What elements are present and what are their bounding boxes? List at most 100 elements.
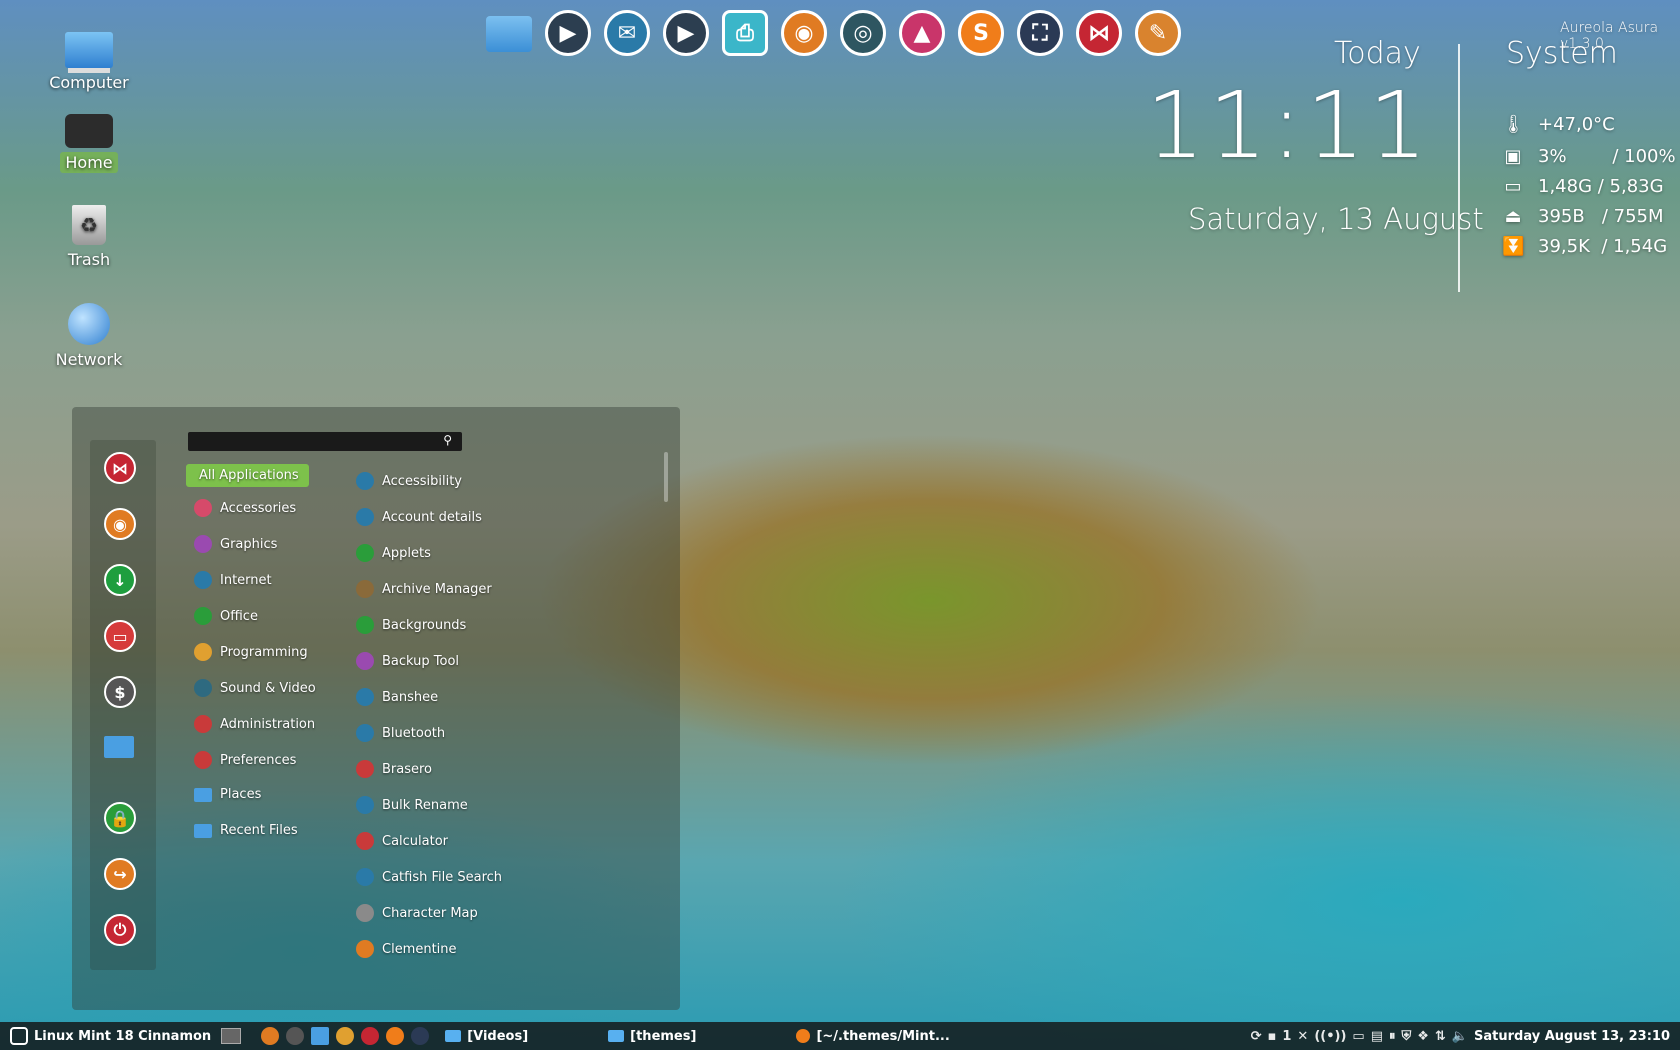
today-title: Today bbox=[1334, 36, 1421, 71]
stat-memory: ▭ 1,48G / 5,83G bbox=[1502, 176, 1663, 197]
category-sound-video[interactable]: Sound & Video bbox=[194, 679, 316, 697]
video-player-icon[interactable]: ▶ bbox=[545, 10, 591, 56]
transfer-icon[interactable]: ⇅ bbox=[1435, 1029, 1446, 1044]
home-folder-icon bbox=[65, 114, 113, 148]
disk-icon[interactable] bbox=[336, 1027, 355, 1045]
folder-icon[interactable] bbox=[486, 16, 532, 52]
sublime-text-icon bbox=[796, 1029, 811, 1043]
archive-icon bbox=[356, 580, 374, 598]
trash-icon: ♻ bbox=[72, 205, 106, 245]
display-icon[interactable]: ▭ bbox=[1352, 1029, 1364, 1044]
app-applets[interactable]: Applets bbox=[356, 544, 431, 562]
terminal-icon[interactable] bbox=[286, 1027, 305, 1045]
lock-icon[interactable]: 🔒 bbox=[104, 802, 136, 834]
close-icon[interactable]: ✕ bbox=[1297, 1029, 1308, 1044]
sublime-text-icon[interactable] bbox=[386, 1027, 405, 1045]
app-brasero[interactable]: Brasero bbox=[356, 760, 432, 778]
scrollbar[interactable] bbox=[664, 452, 668, 502]
app-banshee[interactable]: Banshee bbox=[356, 688, 438, 706]
app-account-details[interactable]: Account details bbox=[356, 508, 482, 526]
preferences-icon bbox=[194, 751, 212, 769]
app-bulk-rename[interactable]: Bulk Rename bbox=[356, 796, 468, 814]
category-programming[interactable]: Programming bbox=[194, 643, 308, 661]
notifications-icon[interactable]: ▪ bbox=[1268, 1029, 1277, 1044]
category-internet[interactable]: Internet bbox=[194, 571, 272, 589]
volume-icon[interactable]: 🔈 bbox=[1452, 1029, 1468, 1044]
dropbox-icon[interactable]: ❖ bbox=[1417, 1029, 1429, 1044]
category-label: Preferences bbox=[220, 752, 297, 768]
power-icon[interactable]: ⏻ bbox=[104, 914, 136, 946]
eye-of-gnome-icon[interactable]: ◎ bbox=[840, 10, 886, 56]
firefox-icon[interactable]: ◉ bbox=[104, 508, 136, 540]
bow-tie-app-icon[interactable]: ⋈ bbox=[1076, 10, 1122, 56]
category-administration[interactable]: Administration bbox=[194, 715, 315, 733]
inkscape-icon[interactable]: ▲ bbox=[899, 10, 945, 56]
taskbar-window-sublime[interactable]: [~/.themes/Mint... bbox=[796, 1028, 950, 1044]
sublime-text-icon[interactable]: S bbox=[958, 10, 1004, 56]
category-office[interactable]: Office bbox=[194, 607, 258, 625]
show-desktop-icon[interactable] bbox=[221, 1028, 242, 1044]
bow-tie-app-icon[interactable] bbox=[361, 1027, 380, 1045]
category-graphics[interactable]: Graphics bbox=[194, 535, 277, 553]
app-label: Brasero bbox=[382, 761, 433, 777]
search-icon bbox=[356, 868, 374, 886]
clementine-icon bbox=[356, 940, 374, 958]
app-calculator[interactable]: Calculator bbox=[356, 832, 448, 850]
keyboard-icon[interactable]: ▤ bbox=[1371, 1029, 1383, 1044]
cpu-icon: ▣ bbox=[1504, 146, 1522, 167]
app-clementine[interactable]: Clementine bbox=[356, 940, 457, 958]
desktop-icon-computer[interactable]: Computer bbox=[34, 26, 144, 93]
app-accessibility[interactable]: Accessibility bbox=[356, 472, 462, 490]
office-icon bbox=[194, 607, 212, 625]
app-backgrounds[interactable]: Backgrounds bbox=[356, 616, 466, 634]
category-accessories[interactable]: Accessories bbox=[194, 499, 296, 517]
search-input[interactable]: ⚲ bbox=[188, 432, 462, 451]
category-preferences[interactable]: Preferences bbox=[194, 751, 296, 769]
category-recent-files[interactable]: Recent Files bbox=[194, 823, 298, 838]
shield-icon[interactable]: ⛨ bbox=[1402, 1029, 1412, 1044]
category-places[interactable]: Places bbox=[194, 787, 261, 802]
terminal-icon[interactable]: $ bbox=[104, 676, 136, 708]
network-icon[interactable]: ((•)) bbox=[1314, 1029, 1346, 1044]
system-title: System bbox=[1506, 36, 1618, 71]
window-label: [~/.themes/Mint... bbox=[816, 1028, 950, 1044]
app-character-map[interactable]: Character Map bbox=[356, 904, 478, 922]
screenshot-icon[interactable] bbox=[411, 1027, 430, 1045]
thunderbird-icon[interactable]: ✉ bbox=[604, 10, 650, 56]
stat-text: 39,5K / 1,54G bbox=[1538, 236, 1668, 257]
bow-tie-app-icon[interactable]: ⋈ bbox=[104, 452, 136, 484]
brasero-icon bbox=[356, 760, 374, 778]
video-player-icon[interactable]: ▶ bbox=[663, 10, 709, 56]
menu-button-label[interactable]: Linux Mint 18 Cinnamon bbox=[34, 1029, 211, 1044]
mint-menu-icon[interactable] bbox=[10, 1027, 28, 1045]
logout-icon[interactable]: ↪ bbox=[104, 858, 136, 890]
desktop-icon-trash[interactable]: ♻ Trash bbox=[34, 205, 144, 270]
app-backup-tool[interactable]: Backup Tool bbox=[356, 652, 459, 670]
screenshot-icon[interactable]: ⛶ bbox=[1017, 10, 1063, 56]
app-archive-manager[interactable]: Archive Manager bbox=[356, 580, 492, 598]
taskbar-window-videos[interactable]: [Videos] bbox=[445, 1029, 528, 1044]
app-bluetooth[interactable]: Bluetooth bbox=[356, 724, 445, 742]
category-all-applications[interactable]: All Applications bbox=[186, 464, 309, 487]
folder-icon bbox=[194, 787, 212, 802]
app-catfish[interactable]: Catfish File Search bbox=[356, 868, 502, 886]
printer-icon[interactable]: ⎙ bbox=[722, 10, 768, 56]
taskbar-window-themes[interactable]: [themes] bbox=[608, 1029, 696, 1044]
update-icon[interactable]: ⟳ bbox=[1251, 1029, 1262, 1044]
character-map-icon bbox=[356, 904, 374, 922]
folder-icon[interactable] bbox=[104, 736, 134, 758]
panel-clock[interactable]: Saturday August 13, 23:10 bbox=[1474, 1029, 1670, 1044]
app-label: Account details bbox=[382, 509, 482, 525]
download-icon[interactable]: ↓ bbox=[104, 564, 136, 596]
window-label: [Videos] bbox=[467, 1028, 529, 1044]
programming-icon bbox=[194, 643, 212, 661]
gimp-icon[interactable]: ✎ bbox=[1135, 10, 1181, 56]
firefox-icon[interactable]: ◉ bbox=[781, 10, 827, 56]
firefox-icon[interactable] bbox=[261, 1027, 280, 1045]
pause-icon[interactable]: ⏸ bbox=[1389, 1029, 1396, 1044]
folder-icon[interactable] bbox=[311, 1027, 330, 1045]
media-icon[interactable]: ▭ bbox=[104, 620, 136, 652]
desktop-icon-home[interactable]: Home bbox=[34, 110, 144, 173]
administration-icon bbox=[194, 715, 212, 733]
desktop-icon-network[interactable]: Network bbox=[34, 303, 144, 370]
